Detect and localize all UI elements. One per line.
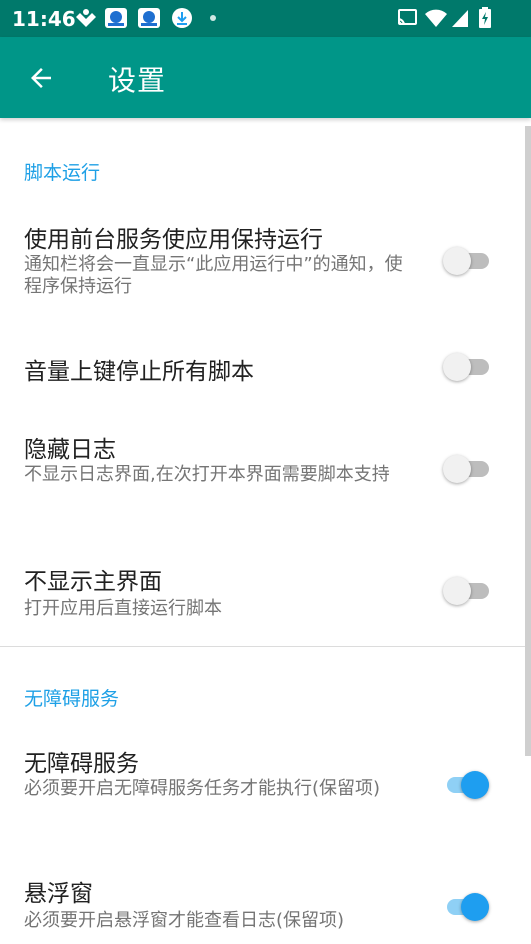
pref-summary: 必须要开启悬浮窗才能查看日志(保留项) xyxy=(24,910,345,931)
status-bar: 11:46 xyxy=(0,0,531,37)
arrow-back-icon[interactable] xyxy=(26,63,56,93)
volume-stop-switch[interactable] xyxy=(443,350,491,382)
section-title-accessibility: 无障碍服务 xyxy=(24,688,120,710)
pref-accessibility-service[interactable]: 无障碍服务 必须要开启无障碍服务任务才能执行(保留项) xyxy=(0,730,531,840)
pref-title: 悬浮窗 xyxy=(24,881,93,907)
pref-summary: 不显示日志界面,在次打开本界面需要脚本支持 xyxy=(24,464,390,485)
pref-volume-stop[interactable]: 音量上键停止所有脚本 xyxy=(0,332,531,402)
pref-title: 音量上键停止所有脚本 xyxy=(24,359,254,385)
pref-title: 不显示主界面 xyxy=(24,569,162,595)
pref-hide-log[interactable]: 隐藏日志 不显示日志界面,在次打开本界面需要脚本支持 xyxy=(0,418,531,528)
battery-icon xyxy=(479,7,491,28)
app-badge-icon xyxy=(138,8,160,28)
wifi-icon xyxy=(425,9,447,27)
app-bar: 设置 xyxy=(0,37,531,118)
status-time: 11:46 xyxy=(12,7,76,31)
hide-main-ui-switch[interactable] xyxy=(443,574,491,606)
cast-icon xyxy=(397,9,417,26)
settings-list[interactable]: 脚本运行 使用前台服务使应用保持运行 通知栏将会一直显示“此应用运行中”的通知，… xyxy=(0,118,531,944)
pref-floating-window[interactable]: 悬浮窗 必须要开启悬浮窗才能查看日志(保留项) xyxy=(0,860,531,944)
pref-summary: 打开应用后直接运行脚本 xyxy=(24,598,222,619)
accessibility-service-switch[interactable] xyxy=(443,768,491,800)
pref-title: 隐藏日志 xyxy=(24,437,116,463)
pref-summary: 必须要开启无障碍服务任务才能执行(保留项) xyxy=(24,778,381,799)
page-title: 设置 xyxy=(108,64,167,97)
pref-title: 使用前台服务使应用保持运行 xyxy=(24,227,323,253)
signal-icon xyxy=(452,10,468,27)
pref-summary: 通知栏将会一直显示“此应用运行中”的通知，使程序保持运行 xyxy=(24,254,403,297)
floating-window-switch[interactable] xyxy=(443,890,491,922)
pref-title: 无障碍服务 xyxy=(24,751,139,777)
hide-log-switch[interactable] xyxy=(443,452,491,484)
download-icon xyxy=(172,8,192,28)
app-notification-icon xyxy=(76,9,96,27)
foreground-service-switch[interactable] xyxy=(443,244,491,276)
section-title-script-run: 脚本运行 xyxy=(24,162,101,184)
dot-icon xyxy=(210,15,216,21)
app-badge-icon xyxy=(105,8,127,28)
pref-foreground-service[interactable]: 使用前台服务使应用保持运行 通知栏将会一直显示“此应用运行中”的通知，使程序保持… xyxy=(0,206,531,316)
section-divider xyxy=(0,646,531,647)
pref-hide-main-ui[interactable]: 不显示主界面 打开应用后直接运行脚本 xyxy=(0,548,531,638)
scrollbar[interactable] xyxy=(525,126,531,756)
